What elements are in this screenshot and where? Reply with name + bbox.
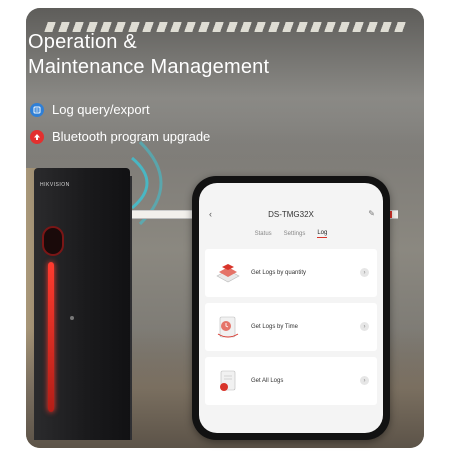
stack-icon	[216, 264, 240, 283]
cabinet-keyhole	[70, 316, 74, 320]
headline: Operation & Maintenance Management	[28, 30, 368, 80]
chevron-right-icon: ›	[360, 376, 369, 385]
app-header: ‹ DS-TMG32X ✎	[199, 201, 383, 227]
log-icon	[30, 102, 44, 117]
app-tabs: Status Settings Log	[199, 227, 383, 241]
headline-line-2: Maintenance Management	[28, 56, 270, 78]
edit-icon[interactable]: ✎	[368, 209, 375, 218]
item-label: Get Logs by quantity	[251, 270, 307, 276]
back-icon[interactable]: ‹	[209, 209, 212, 219]
cabinet-light-bar	[48, 262, 54, 412]
list-item-logs-by-time[interactable]: Get Logs by Time ›	[205, 303, 377, 351]
item-label: Get Logs by Time	[251, 324, 299, 330]
cabinet-indicator	[42, 226, 64, 256]
document-icon	[220, 370, 236, 391]
feature-label: Log query/export	[52, 102, 150, 117]
headline-line-1: Operation &	[28, 31, 137, 53]
tab-status[interactable]: Status	[255, 231, 272, 237]
chevron-right-icon: ›	[360, 322, 369, 331]
clock-doc-icon	[217, 316, 239, 338]
smartphone: ‹ DS-TMG32X ✎ Status Settings Log Get Lo…	[192, 176, 390, 440]
device-name: DS-TMG32X	[268, 209, 314, 219]
phone-screen: ‹ DS-TMG32X ✎ Status Settings Log Get Lo…	[199, 183, 383, 433]
cabinet-brand: HIKVISION	[40, 182, 70, 188]
list-item-all-logs[interactable]: Get All Logs ›	[205, 357, 377, 405]
item-label: Get All Logs	[251, 378, 284, 384]
list-item-logs-by-quantity[interactable]: Get Logs by quantity ›	[205, 249, 377, 297]
tab-log[interactable]: Log	[317, 230, 328, 238]
log-options-list: Get Logs by quantity › Get Logs by Time …	[199, 241, 383, 413]
feature-bluetooth-upgrade: Bluetooth program upgrade	[30, 129, 210, 144]
tab-settings[interactable]: Settings	[284, 231, 306, 237]
feature-log-query: Log query/export	[30, 102, 150, 117]
chevron-right-icon: ›	[360, 268, 369, 277]
upgrade-arrow-icon	[30, 129, 44, 144]
